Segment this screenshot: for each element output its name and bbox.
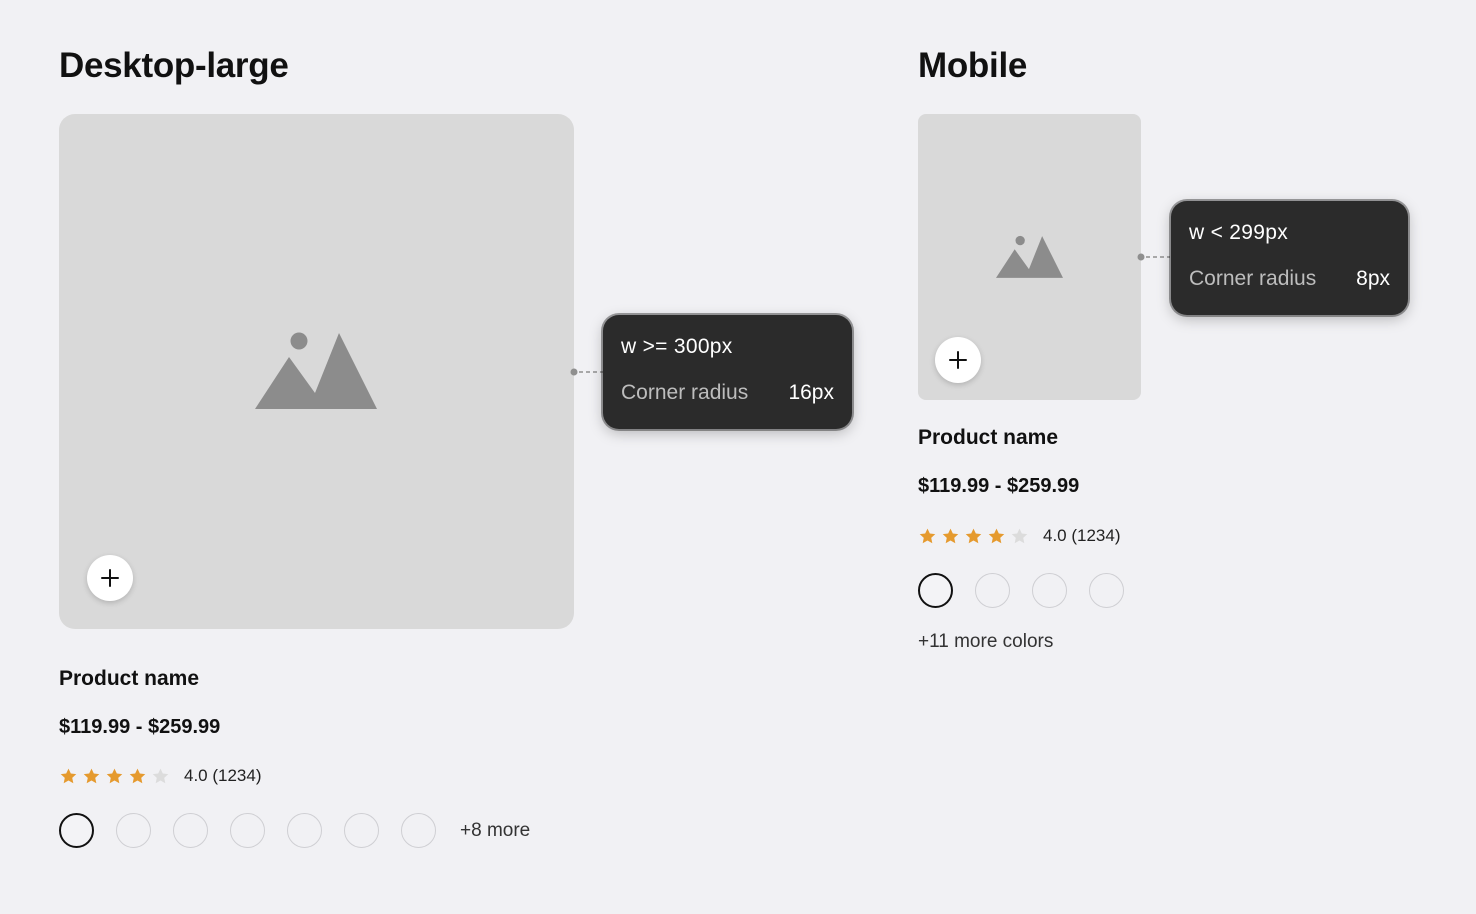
mobile-product-image[interactable] [918, 114, 1141, 400]
star-filled-icon [988, 528, 1005, 543]
color-swatch[interactable] [975, 573, 1010, 608]
color-swatch[interactable] [116, 813, 151, 848]
mobile-breakpoint-tooltip: w < 299px Corner radius 8px [1171, 201, 1408, 315]
tooltip-condition: w < 299px [1189, 221, 1289, 244]
color-swatch[interactable] [287, 813, 322, 848]
desktop-rating: 4.0 (1234) [59, 766, 262, 786]
tooltip-value: 8px [1356, 267, 1390, 290]
mobile-rating: 4.0 (1234) [918, 526, 1121, 546]
rating-text: 4.0 (1234) [1043, 526, 1121, 545]
star-filled-icon [965, 528, 982, 543]
mobile-product-price: $119.99 - $259.99 [918, 475, 1080, 497]
desktop-tooltip-connector [570, 368, 603, 376]
plus-icon [101, 569, 119, 587]
mobile-add-button[interactable] [935, 337, 981, 383]
tooltip-label: Corner radius [1189, 267, 1317, 290]
color-swatch[interactable] [230, 813, 265, 848]
color-swatch-selected[interactable] [59, 813, 94, 848]
more-colors-link[interactable]: +8 more [460, 820, 530, 842]
rating-text: 4.0 (1234) [184, 766, 262, 785]
color-swatch[interactable] [173, 813, 208, 848]
star-filled-icon [106, 768, 123, 783]
desktop-product-image[interactable] [59, 114, 574, 629]
color-swatch[interactable] [401, 813, 436, 848]
tooltip-condition: w >= 300px [621, 335, 733, 358]
star-empty-icon [1011, 528, 1028, 543]
desktop-add-button[interactable] [87, 555, 133, 601]
tooltip-value: 16px [788, 381, 834, 404]
star-filled-icon [942, 528, 959, 543]
mobile-product-name[interactable]: Product name [918, 426, 1058, 450]
mobile-color-swatches [918, 573, 1146, 608]
more-colors-link[interactable]: +11 more colors [918, 631, 1053, 653]
star-filled-icon [919, 528, 936, 543]
mobile-tooltip-connector [1137, 253, 1170, 261]
color-swatch[interactable] [1032, 573, 1067, 608]
star-filled-icon [129, 768, 146, 783]
color-swatch-selected[interactable] [918, 573, 953, 608]
star-filled-icon [83, 768, 100, 783]
desktop-section-title: Desktop-large [59, 46, 289, 85]
star-empty-icon [152, 768, 169, 783]
desktop-product-name[interactable]: Product name [59, 667, 199, 691]
image-placeholder-icon [255, 332, 377, 409]
image-placeholder-icon [996, 235, 1063, 278]
desktop-color-swatches: +8 more [59, 813, 530, 848]
mobile-section-title: Mobile [918, 46, 1028, 85]
tooltip-label: Corner radius [621, 381, 749, 404]
desktop-product-price: $119.99 - $259.99 [59, 716, 221, 738]
color-swatch[interactable] [1089, 573, 1124, 608]
star-filled-icon [60, 768, 77, 783]
plus-icon [949, 351, 967, 369]
color-swatch[interactable] [344, 813, 379, 848]
desktop-breakpoint-tooltip: w >= 300px Corner radius 16px [603, 315, 852, 429]
